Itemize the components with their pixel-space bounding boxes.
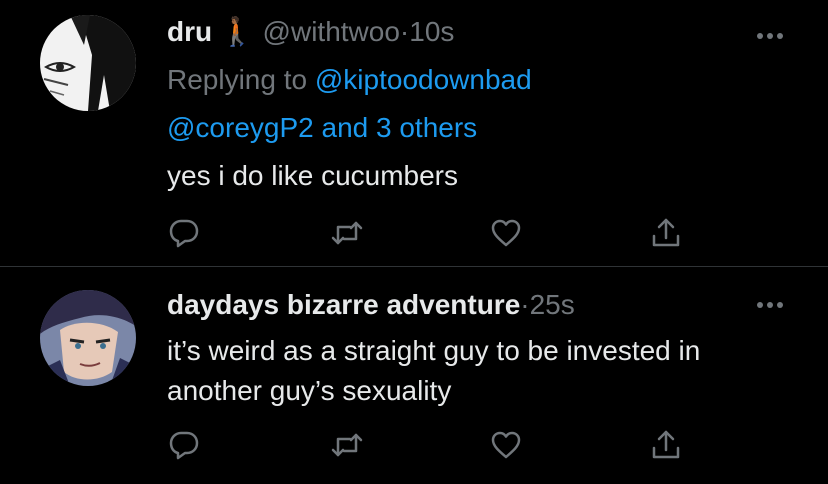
retweet-icon[interactable] [330, 428, 364, 462]
more-icon[interactable] [752, 295, 788, 315]
like-icon[interactable] [489, 428, 523, 462]
like-icon[interactable] [489, 216, 523, 250]
avatar[interactable] [40, 15, 136, 111]
share-icon[interactable] [649, 428, 683, 462]
manga-character-avatar-icon [40, 15, 136, 111]
separator: · [399, 16, 410, 47]
display-name[interactable]: daydays bizarre adventure [167, 289, 520, 320]
share-icon[interactable] [649, 216, 683, 250]
more-icon[interactable] [752, 26, 788, 46]
timestamp[interactable]: 25s [530, 289, 575, 320]
tweet-actions [167, 428, 687, 462]
separator: · [520, 289, 530, 320]
tweet-text: it’s weird as a straight guy to be inves… [167, 335, 701, 406]
tweet-actions [167, 216, 687, 250]
tweet-header: daydays bizarre adventure·25s [167, 288, 575, 322]
replying-to-label: Replying to [167, 64, 308, 95]
mention-link[interactable]: @coreygP2 and 3 others [167, 112, 477, 143]
display-name[interactable]: dru [167, 16, 212, 47]
tweet[interactable]: daydays bizarre adventure·25s it’s weird… [0, 267, 828, 484]
handle[interactable]: @withtwoo [263, 16, 400, 47]
tweet[interactable]: dru 🚶🏾 @withtwoo·10s Replying to @kiptoo… [0, 0, 828, 266]
mention-link[interactable]: @kiptoodownbad [315, 64, 532, 95]
avatar[interactable] [40, 290, 136, 386]
retweet-icon[interactable] [330, 216, 364, 250]
replying-to: Replying to @kiptoodownbad @coreygP2 and… [167, 56, 787, 152]
tweet-text: yes i do like cucumbers [167, 160, 459, 191]
tweet-header: dru 🚶🏾 @withtwoo·10s [167, 15, 454, 49]
reply-icon[interactable] [167, 216, 201, 250]
anime-character-avatar-icon [40, 290, 136, 386]
walking-emoji-icon: 🚶🏾 [219, 16, 255, 47]
reply-icon[interactable] [167, 428, 201, 462]
timestamp[interactable]: 10s [409, 16, 454, 47]
